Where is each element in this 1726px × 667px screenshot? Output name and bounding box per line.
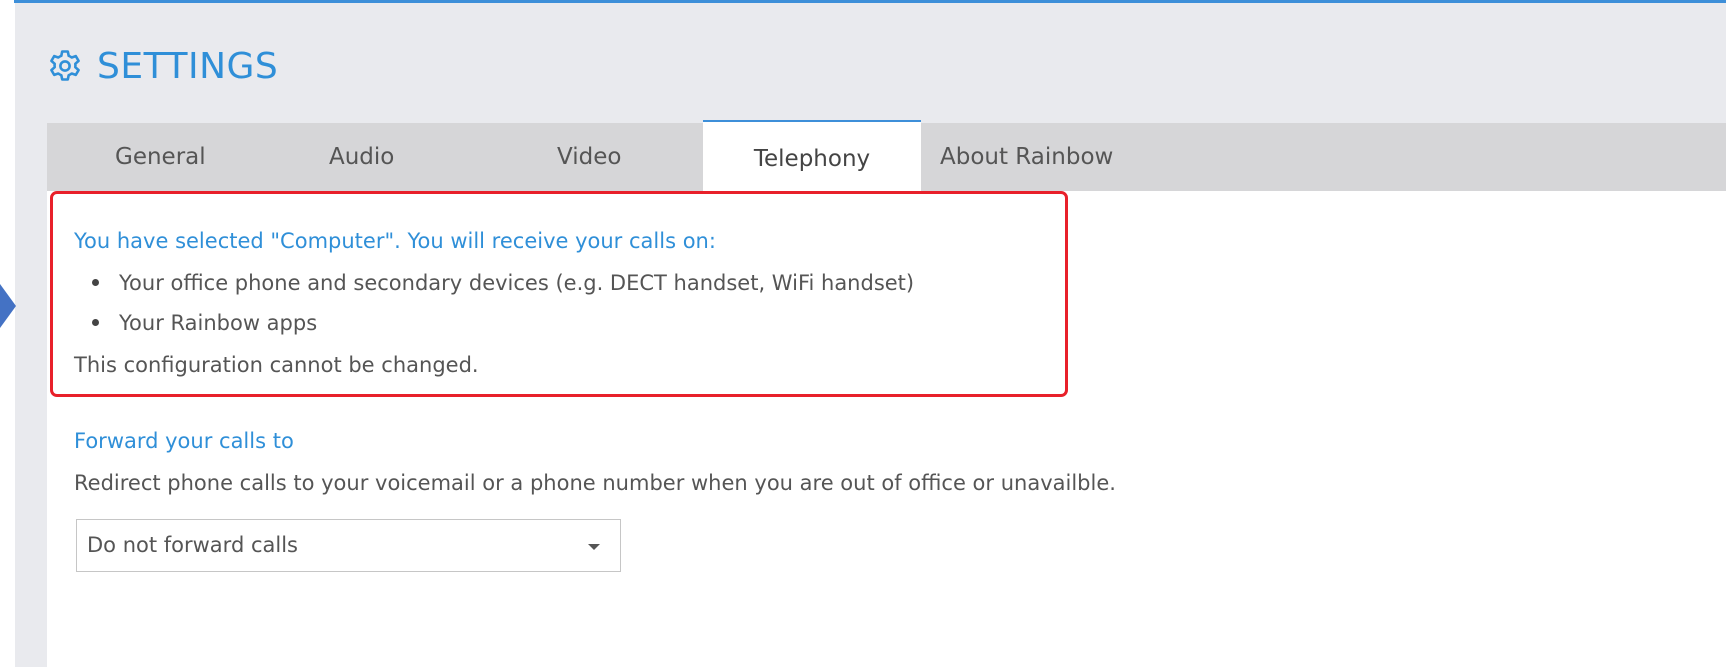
calls-destination-list: Your office phone and secondary devices … <box>92 268 914 348</box>
bullet-icon <box>92 319 99 326</box>
screenshot-frame: SETTINGS General Audio Video Telephony A… <box>0 0 1726 667</box>
calls-destination-heading: You have selected "Computer". You will r… <box>74 229 716 253</box>
tab-general[interactable]: General <box>115 123 206 191</box>
configuration-note: This configuration cannot be changed. <box>74 353 479 377</box>
gear-icon <box>50 50 80 81</box>
bullet-icon <box>92 279 99 286</box>
settings-header: SETTINGS <box>47 44 278 88</box>
tab-telephony[interactable]: Telephony <box>703 120 921 193</box>
page-title: SETTINGS <box>97 45 279 87</box>
chevron-down-icon <box>588 544 600 550</box>
forward-select[interactable]: Do not forward calls <box>76 519 621 572</box>
list-item: Your office phone and secondary devices … <box>92 268 914 308</box>
tab-bar: General Audio Video Telephony About Rain… <box>47 120 1726 193</box>
tab-about-rainbow[interactable]: About Rainbow <box>940 123 1113 191</box>
callout-arrow <box>0 284 16 328</box>
tab-video[interactable]: Video <box>557 123 621 191</box>
forward-select-value: Do not forward calls <box>87 533 298 557</box>
forward-description: Redirect phone calls to your voicemail o… <box>74 471 1116 495</box>
list-item: Your Rainbow apps <box>92 308 914 348</box>
forward-heading: Forward your calls to <box>74 429 294 453</box>
list-item-label: Your Rainbow apps <box>119 311 318 335</box>
list-item-label: Your office phone and secondary devices … <box>119 271 915 295</box>
tab-audio[interactable]: Audio <box>329 123 394 191</box>
telephony-content: You have selected "Computer". You will r… <box>47 191 1726 667</box>
